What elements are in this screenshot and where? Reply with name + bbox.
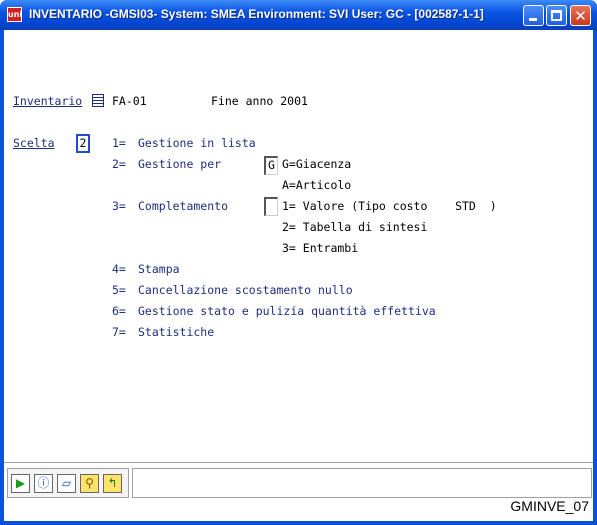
maximize-button[interactable] — [546, 5, 567, 26]
back-icon: ↰ — [107, 476, 118, 490]
completamento-option-2: 2= Tabella di sintesi — [282, 220, 428, 234]
eraser-icon: ▱ — [61, 476, 72, 490]
inventario-code: FA-01 — [112, 94, 147, 108]
search-icon: ⚲ — [85, 476, 94, 490]
form-area: Inventario FA-01 Fine anno 2001 Scelta 2… — [4, 30, 593, 521]
gestione-per-option-a: A=Articolo — [282, 178, 352, 192]
program-id: GMINVE_07 — [510, 498, 589, 514]
option-key-7: 7= — [112, 325, 126, 339]
toolbar-message-area — [132, 468, 592, 498]
completamento-option-1: 1= Valore (Tipo costo STD ) — [282, 199, 497, 213]
close-button[interactable]: ✕ — [570, 5, 591, 26]
scelta-input[interactable]: 2 — [76, 134, 90, 153]
completamento-input[interactable] — [264, 197, 278, 216]
divider — [4, 462, 593, 466]
option-label-5: Cancellazione scostamento nullo — [138, 283, 353, 297]
option-key-1: 1= — [112, 136, 126, 150]
title-bar[interactable]: uni INVENTARIO -GMSI03- System: SMEA Env… — [0, 0, 597, 30]
option-key-4: 4= — [112, 262, 126, 276]
option-key-2: 2= — [112, 157, 126, 171]
option-label-6: Gestione stato e pulizia quantità effett… — [138, 304, 436, 318]
option-key-5: 5= — [112, 283, 126, 297]
back-button[interactable]: ↰ — [103, 474, 122, 493]
option-label-1: Gestione in lista — [138, 136, 256, 150]
maximize-icon — [551, 10, 562, 21]
close-icon: ✕ — [574, 7, 587, 25]
option-key-3: 3= — [112, 199, 126, 213]
inventario-label[interactable]: Inventario — [13, 94, 82, 108]
minimize-button[interactable] — [523, 5, 544, 26]
option-label-3: Completamento — [138, 199, 229, 213]
minimize-icon — [529, 18, 537, 21]
option-label-2: Gestione per — [138, 157, 222, 171]
completamento-option-3: 3= Entrambi — [282, 241, 359, 255]
toolbar: ▶ ⓘ ▱ ⚲ ↰ — [7, 468, 129, 498]
info-button[interactable]: ⓘ — [34, 474, 53, 493]
inventario-description: Fine anno 2001 — [211, 94, 308, 108]
scelta-label[interactable]: Scelta — [13, 136, 55, 150]
app-icon[interactable]: uni — [7, 7, 22, 22]
run-button[interactable]: ▶ — [11, 474, 30, 493]
gestione-per-option-g: G=Giacenza — [282, 157, 352, 171]
window-title: INVENTARIO -GMSI03- System: SMEA Environ… — [29, 7, 484, 21]
info-icon: ⓘ — [37, 476, 50, 490]
lookup-icon[interactable] — [92, 94, 104, 107]
search-button[interactable]: ⚲ — [80, 474, 99, 493]
option-label-7: Statistiche — [138, 325, 215, 339]
gestione-per-input[interactable]: G — [264, 156, 278, 175]
run-icon: ▶ — [15, 476, 26, 490]
application-window: uni INVENTARIO -GMSI03- System: SMEA Env… — [0, 0, 597, 525]
option-label-4: Stampa — [138, 262, 180, 276]
option-key-6: 6= — [112, 304, 126, 318]
clear-button[interactable]: ▱ — [57, 474, 76, 493]
